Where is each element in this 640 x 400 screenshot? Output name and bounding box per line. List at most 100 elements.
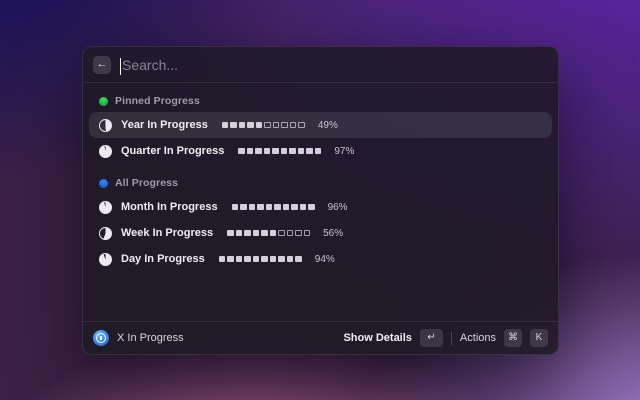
item-percent: 56% bbox=[323, 228, 343, 239]
square-empty-icon bbox=[295, 230, 302, 237]
square-filled-icon bbox=[281, 148, 288, 155]
square-empty-icon bbox=[290, 122, 297, 129]
square-filled-icon bbox=[270, 230, 277, 237]
item-percent: 94% bbox=[315, 254, 335, 265]
square-empty-icon bbox=[298, 122, 305, 129]
square-empty-icon bbox=[273, 122, 280, 129]
square-filled-icon bbox=[261, 230, 268, 237]
square-filled-icon bbox=[291, 204, 298, 211]
item-title: Day In Progress bbox=[121, 253, 205, 265]
square-empty-icon bbox=[287, 230, 294, 237]
list-item-month-in-progress[interactable]: Month In Progress 96% bbox=[89, 194, 552, 220]
square-filled-icon bbox=[266, 204, 273, 211]
square-filled-icon bbox=[289, 148, 296, 155]
square-empty-icon bbox=[304, 230, 311, 237]
square-filled-icon bbox=[247, 148, 254, 155]
progress-squares bbox=[238, 148, 321, 155]
actions-label: Actions bbox=[460, 332, 496, 344]
square-filled-icon bbox=[253, 256, 260, 263]
section-label: All Progress bbox=[115, 177, 178, 189]
item-percent: 96% bbox=[328, 202, 348, 213]
square-filled-icon bbox=[308, 204, 315, 211]
list-item-quarter-in-progress[interactable]: Quarter In Progress 97% bbox=[89, 138, 552, 164]
square-filled-icon bbox=[261, 256, 268, 263]
footer-separator bbox=[451, 332, 452, 345]
app-name: X In Progress bbox=[117, 332, 184, 344]
actions-button[interactable]: Actions ⌘ K bbox=[460, 329, 548, 347]
square-filled-icon bbox=[283, 204, 290, 211]
section-dot-icon bbox=[99, 97, 108, 106]
section-dot-icon bbox=[99, 179, 108, 188]
item-title: Month In Progress bbox=[121, 201, 218, 213]
square-filled-icon bbox=[253, 230, 260, 237]
search-input[interactable] bbox=[120, 57, 548, 73]
search-bar: ← bbox=[83, 47, 558, 82]
square-filled-icon bbox=[238, 148, 245, 155]
footer-actions: Show Details ↵ Actions ⌘ K bbox=[343, 329, 548, 347]
text-caret bbox=[120, 58, 121, 75]
square-empty-icon bbox=[264, 122, 271, 129]
item-title: Week In Progress bbox=[121, 227, 213, 239]
square-filled-icon bbox=[236, 256, 243, 263]
list-item-week-in-progress[interactable]: Week In Progress 56% bbox=[89, 220, 552, 246]
square-filled-icon bbox=[295, 256, 302, 263]
section-header-all-progress: All Progress bbox=[89, 171, 552, 194]
app-logo-icon bbox=[93, 330, 109, 346]
progress-pie-icon bbox=[99, 145, 112, 158]
square-filled-icon bbox=[315, 148, 322, 155]
item-title: Year In Progress bbox=[121, 119, 208, 131]
square-filled-icon bbox=[257, 204, 264, 211]
square-filled-icon bbox=[300, 204, 307, 211]
progress-pie-icon bbox=[99, 227, 112, 240]
square-empty-icon bbox=[281, 122, 288, 129]
progress-squares bbox=[222, 122, 305, 129]
square-filled-icon bbox=[244, 256, 251, 263]
square-filled-icon bbox=[239, 122, 246, 129]
square-filled-icon bbox=[227, 230, 234, 237]
show-details-button[interactable]: Show Details ↵ bbox=[343, 329, 442, 347]
square-filled-icon bbox=[306, 148, 313, 155]
back-button[interactable]: ← bbox=[93, 56, 111, 74]
square-empty-icon bbox=[278, 230, 285, 237]
square-filled-icon bbox=[247, 122, 254, 129]
square-filled-icon bbox=[298, 148, 305, 155]
square-filled-icon bbox=[249, 204, 256, 211]
item-percent: 97% bbox=[334, 146, 354, 157]
return-key-icon: ↵ bbox=[420, 329, 443, 347]
progress-pie-icon bbox=[99, 119, 112, 132]
section-label: Pinned Progress bbox=[115, 95, 200, 107]
square-filled-icon bbox=[232, 204, 239, 211]
square-filled-icon bbox=[219, 256, 226, 263]
square-filled-icon bbox=[272, 148, 279, 155]
desktop-background: ← Pinned Progress Year In Progress 49% Q… bbox=[0, 0, 640, 400]
results-list: Pinned Progress Year In Progress 49% Qua… bbox=[83, 83, 558, 321]
progress-pie-icon bbox=[99, 253, 112, 266]
k-key-icon: K bbox=[530, 329, 548, 347]
list-item-day-in-progress[interactable]: Day In Progress 94% bbox=[89, 246, 552, 272]
square-filled-icon bbox=[222, 122, 229, 129]
square-filled-icon bbox=[255, 148, 262, 155]
item-percent: 49% bbox=[318, 120, 338, 131]
square-filled-icon bbox=[264, 148, 271, 155]
square-filled-icon bbox=[278, 256, 285, 263]
arrow-left-icon: ← bbox=[97, 59, 108, 70]
progress-squares bbox=[227, 230, 310, 237]
square-filled-icon bbox=[236, 230, 243, 237]
progress-pie-icon bbox=[99, 201, 112, 214]
progress-squares bbox=[232, 204, 315, 211]
command-key-icon: ⌘ bbox=[504, 329, 522, 347]
square-filled-icon bbox=[227, 256, 234, 263]
item-title: Quarter In Progress bbox=[121, 145, 224, 157]
square-filled-icon bbox=[274, 204, 281, 211]
square-filled-icon bbox=[240, 204, 247, 211]
section-header-pinned-progress: Pinned Progress bbox=[89, 89, 552, 112]
square-filled-icon bbox=[244, 230, 251, 237]
launcher-window: ← Pinned Progress Year In Progress 49% Q… bbox=[82, 46, 559, 355]
show-details-label: Show Details bbox=[343, 332, 411, 344]
square-filled-icon bbox=[270, 256, 277, 263]
square-filled-icon bbox=[256, 122, 263, 129]
search-input-wrap bbox=[120, 57, 548, 73]
list-item-year-in-progress[interactable]: Year In Progress 49% bbox=[89, 112, 552, 138]
square-filled-icon bbox=[230, 122, 237, 129]
square-filled-icon bbox=[287, 256, 294, 263]
